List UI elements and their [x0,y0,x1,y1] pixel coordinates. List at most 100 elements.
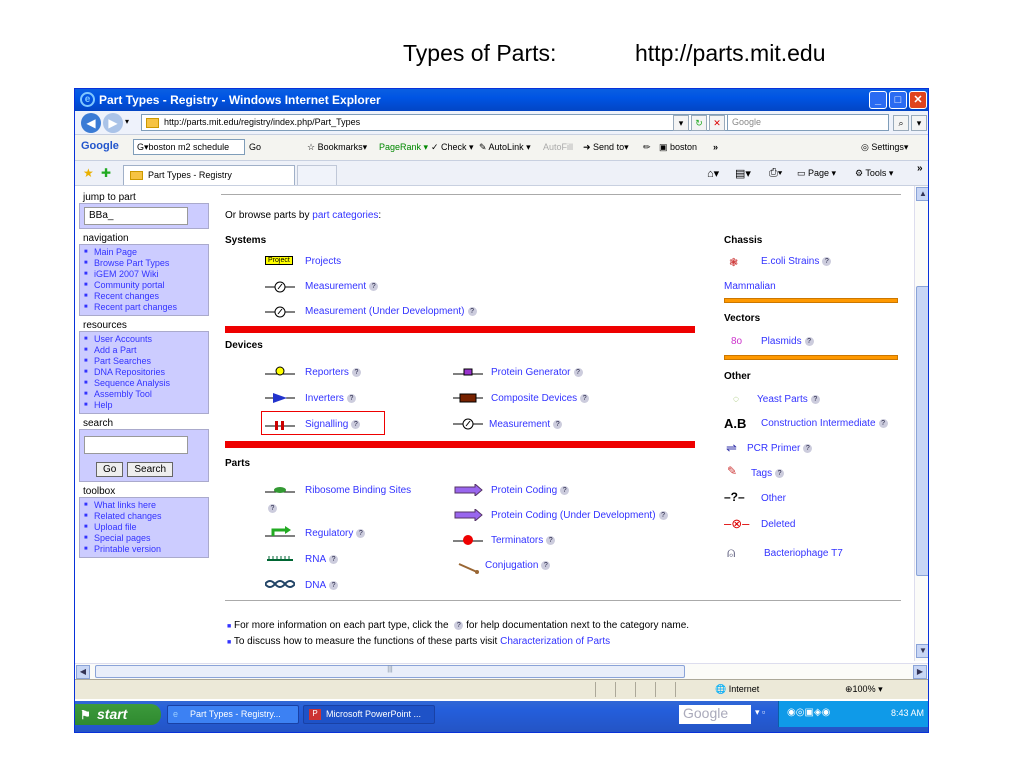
help-icon[interactable]: ? [268,504,277,513]
help-icon[interactable]: ? [351,419,361,429]
print-icon[interactable]: ⎙▾ [769,167,782,180]
other-link[interactable]: Other [761,493,786,504]
boston-button[interactable]: ▣ boston [659,142,697,153]
tray-icons[interactable]: ◉◎▣◈◉ [787,707,830,718]
url-input[interactable]: http://parts.mit.edu/registry/index.php/… [141,114,747,131]
plasmids-link[interactable]: Plasmids [761,336,802,347]
zoom-level[interactable]: ⊕100% ▾ [845,684,883,695]
wiki-go-button[interactable]: Go [96,462,124,477]
help-icon[interactable]: ? [573,367,583,377]
settings-button[interactable]: ◎ Settings▾ [861,142,908,153]
toolbox-item[interactable]: What links here [84,500,204,511]
wiki-search-button[interactable]: Search [127,462,174,477]
search-go-icon[interactable]: ⌕ [893,115,909,131]
help-icon[interactable]: ? [775,468,785,478]
resources-item[interactable]: Help [84,400,204,411]
favorites-star-icon[interactable]: ★ [83,166,94,180]
tools-menu[interactable]: ⚙ Tools ▾ [855,168,893,179]
help-icon[interactable]: ? [810,394,820,404]
navigation-item[interactable]: Community portal [84,280,204,291]
help-icon[interactable]: ? [546,535,556,545]
navigation-item[interactable]: iGEM 2007 Wiki [84,269,204,280]
mammalian-link[interactable]: Mammalian [724,281,776,292]
dna-link[interactable]: DNA [305,580,326,591]
sendto-button[interactable]: ➜ Send to▾ [583,142,629,153]
resources-item[interactable]: Add a Part [84,345,204,356]
signalling-link[interactable]: Signalling [305,419,348,430]
vertical-scroll-thumb[interactable] [916,286,928,576]
help-icon[interactable]: ? [804,336,814,346]
navigation-item[interactable]: Browse Part Types [84,258,204,269]
measurement-link[interactable]: Measurement [305,281,366,292]
help-icon[interactable]: ? [541,560,551,570]
wiki-search-input[interactable] [84,436,188,454]
url-dropdown-icon[interactable]: ▾ [673,115,689,131]
deskbar-options-icon[interactable]: ▾ ▫ [755,707,765,718]
toolbox-item[interactable]: Special pages [84,533,204,544]
help-icon[interactable]: ? [329,554,339,564]
resources-item[interactable]: DNA Repositories [84,367,204,378]
help-icon[interactable]: ? [803,443,813,453]
navigation-item[interactable]: Recent changes [84,291,204,302]
refresh-icon[interactable]: ↻ [691,115,707,131]
start-button[interactable]: ⚑ start [75,704,161,725]
help-icon[interactable]: ? [658,510,668,520]
protein-generator-link[interactable]: Protein Generator [491,367,571,378]
autofill-button[interactable]: AutoFill [543,142,573,152]
help-icon[interactable]: ? [369,281,379,291]
help-icon[interactable]: ? [467,306,477,316]
maximize-button[interactable]: □ [889,91,907,109]
composite-devices-link[interactable]: Composite Devices [491,393,577,404]
minimize-button[interactable]: _ [869,91,887,109]
search-input[interactable]: Google [727,114,889,131]
ecoli-link[interactable]: E.coli Strains [761,256,819,267]
measurement-device-link[interactable]: Measurement [489,419,550,430]
window-titlebar[interactable]: e Part Types - Registry - Windows Intern… [75,89,928,111]
navigation-item[interactable]: Recent part changes [84,302,204,313]
back-button[interactable]: ◀ [81,113,101,133]
help-icon[interactable]: ? [878,418,888,428]
protein-coding-dev-link[interactable]: Protein Coding (Under Development) [491,510,656,521]
reporters-link[interactable]: Reporters [305,367,349,378]
toolbox-item[interactable]: Upload file [84,522,204,533]
toolbox-item[interactable]: Related changes [84,511,204,522]
vertical-scrollbar[interactable]: ▲ ▼ [914,186,928,661]
autolink-button[interactable]: ✎ AutoLink ▾ [479,142,531,153]
part-categories-link[interactable]: part categories [312,210,378,221]
resources-item[interactable]: User Accounts [84,334,204,345]
add-favorites-icon[interactable]: ✚ [101,166,111,180]
help-icon[interactable]: ? [351,367,361,377]
home-icon[interactable]: ⌂▾ [707,167,719,180]
protein-coding-link[interactable]: Protein Coding [491,485,557,496]
help-icon[interactable]: ? [356,528,366,538]
construction-link[interactable]: Construction Intermediate [761,418,876,429]
history-dropdown-icon[interactable]: ▾ [125,117,129,126]
measurement-dev-link[interactable]: Measurement (Under Development) [305,306,465,317]
deleted-link[interactable]: Deleted [761,519,795,530]
horizontal-scroll-thumb[interactable]: ||| [95,665,685,678]
scroll-left-button[interactable]: ◀ [76,665,90,679]
yeast-link[interactable]: Yeast Parts [757,394,808,405]
search-options-icon[interactable]: ▾ [911,115,927,131]
terminators-link[interactable]: Terminators [491,535,543,546]
help-icon[interactable]: ? [346,393,356,403]
cmd-more-icon[interactable]: » [917,163,923,174]
stop-icon[interactable]: ✕ [709,115,725,131]
rbs-link[interactable]: Ribosome Binding Sites [305,485,411,496]
rna-link[interactable]: RNA [305,554,326,565]
feeds-icon[interactable]: ▤▾ [735,167,751,180]
regulatory-link[interactable]: Regulatory [305,528,353,539]
pagerank-button[interactable]: PageRank ▾ [379,142,428,153]
more-buttons-icon[interactable]: » [713,142,718,152]
help-icon[interactable]: ? [580,393,590,403]
pcr-link[interactable]: PCR Primer [747,443,800,454]
scroll-down-button[interactable]: ▼ [916,644,928,658]
new-tab-button[interactable] [297,165,337,185]
tags-link[interactable]: Tags [751,468,772,479]
navigation-item[interactable]: Main Page [84,247,204,258]
jump-input[interactable]: BBa_ [84,207,188,225]
help-icon[interactable]: ? [329,580,339,590]
toolbox-item[interactable]: Printable version [84,544,204,555]
resources-item[interactable]: Part Searches [84,356,204,367]
conjugation-link[interactable]: Conjugation [485,560,538,571]
